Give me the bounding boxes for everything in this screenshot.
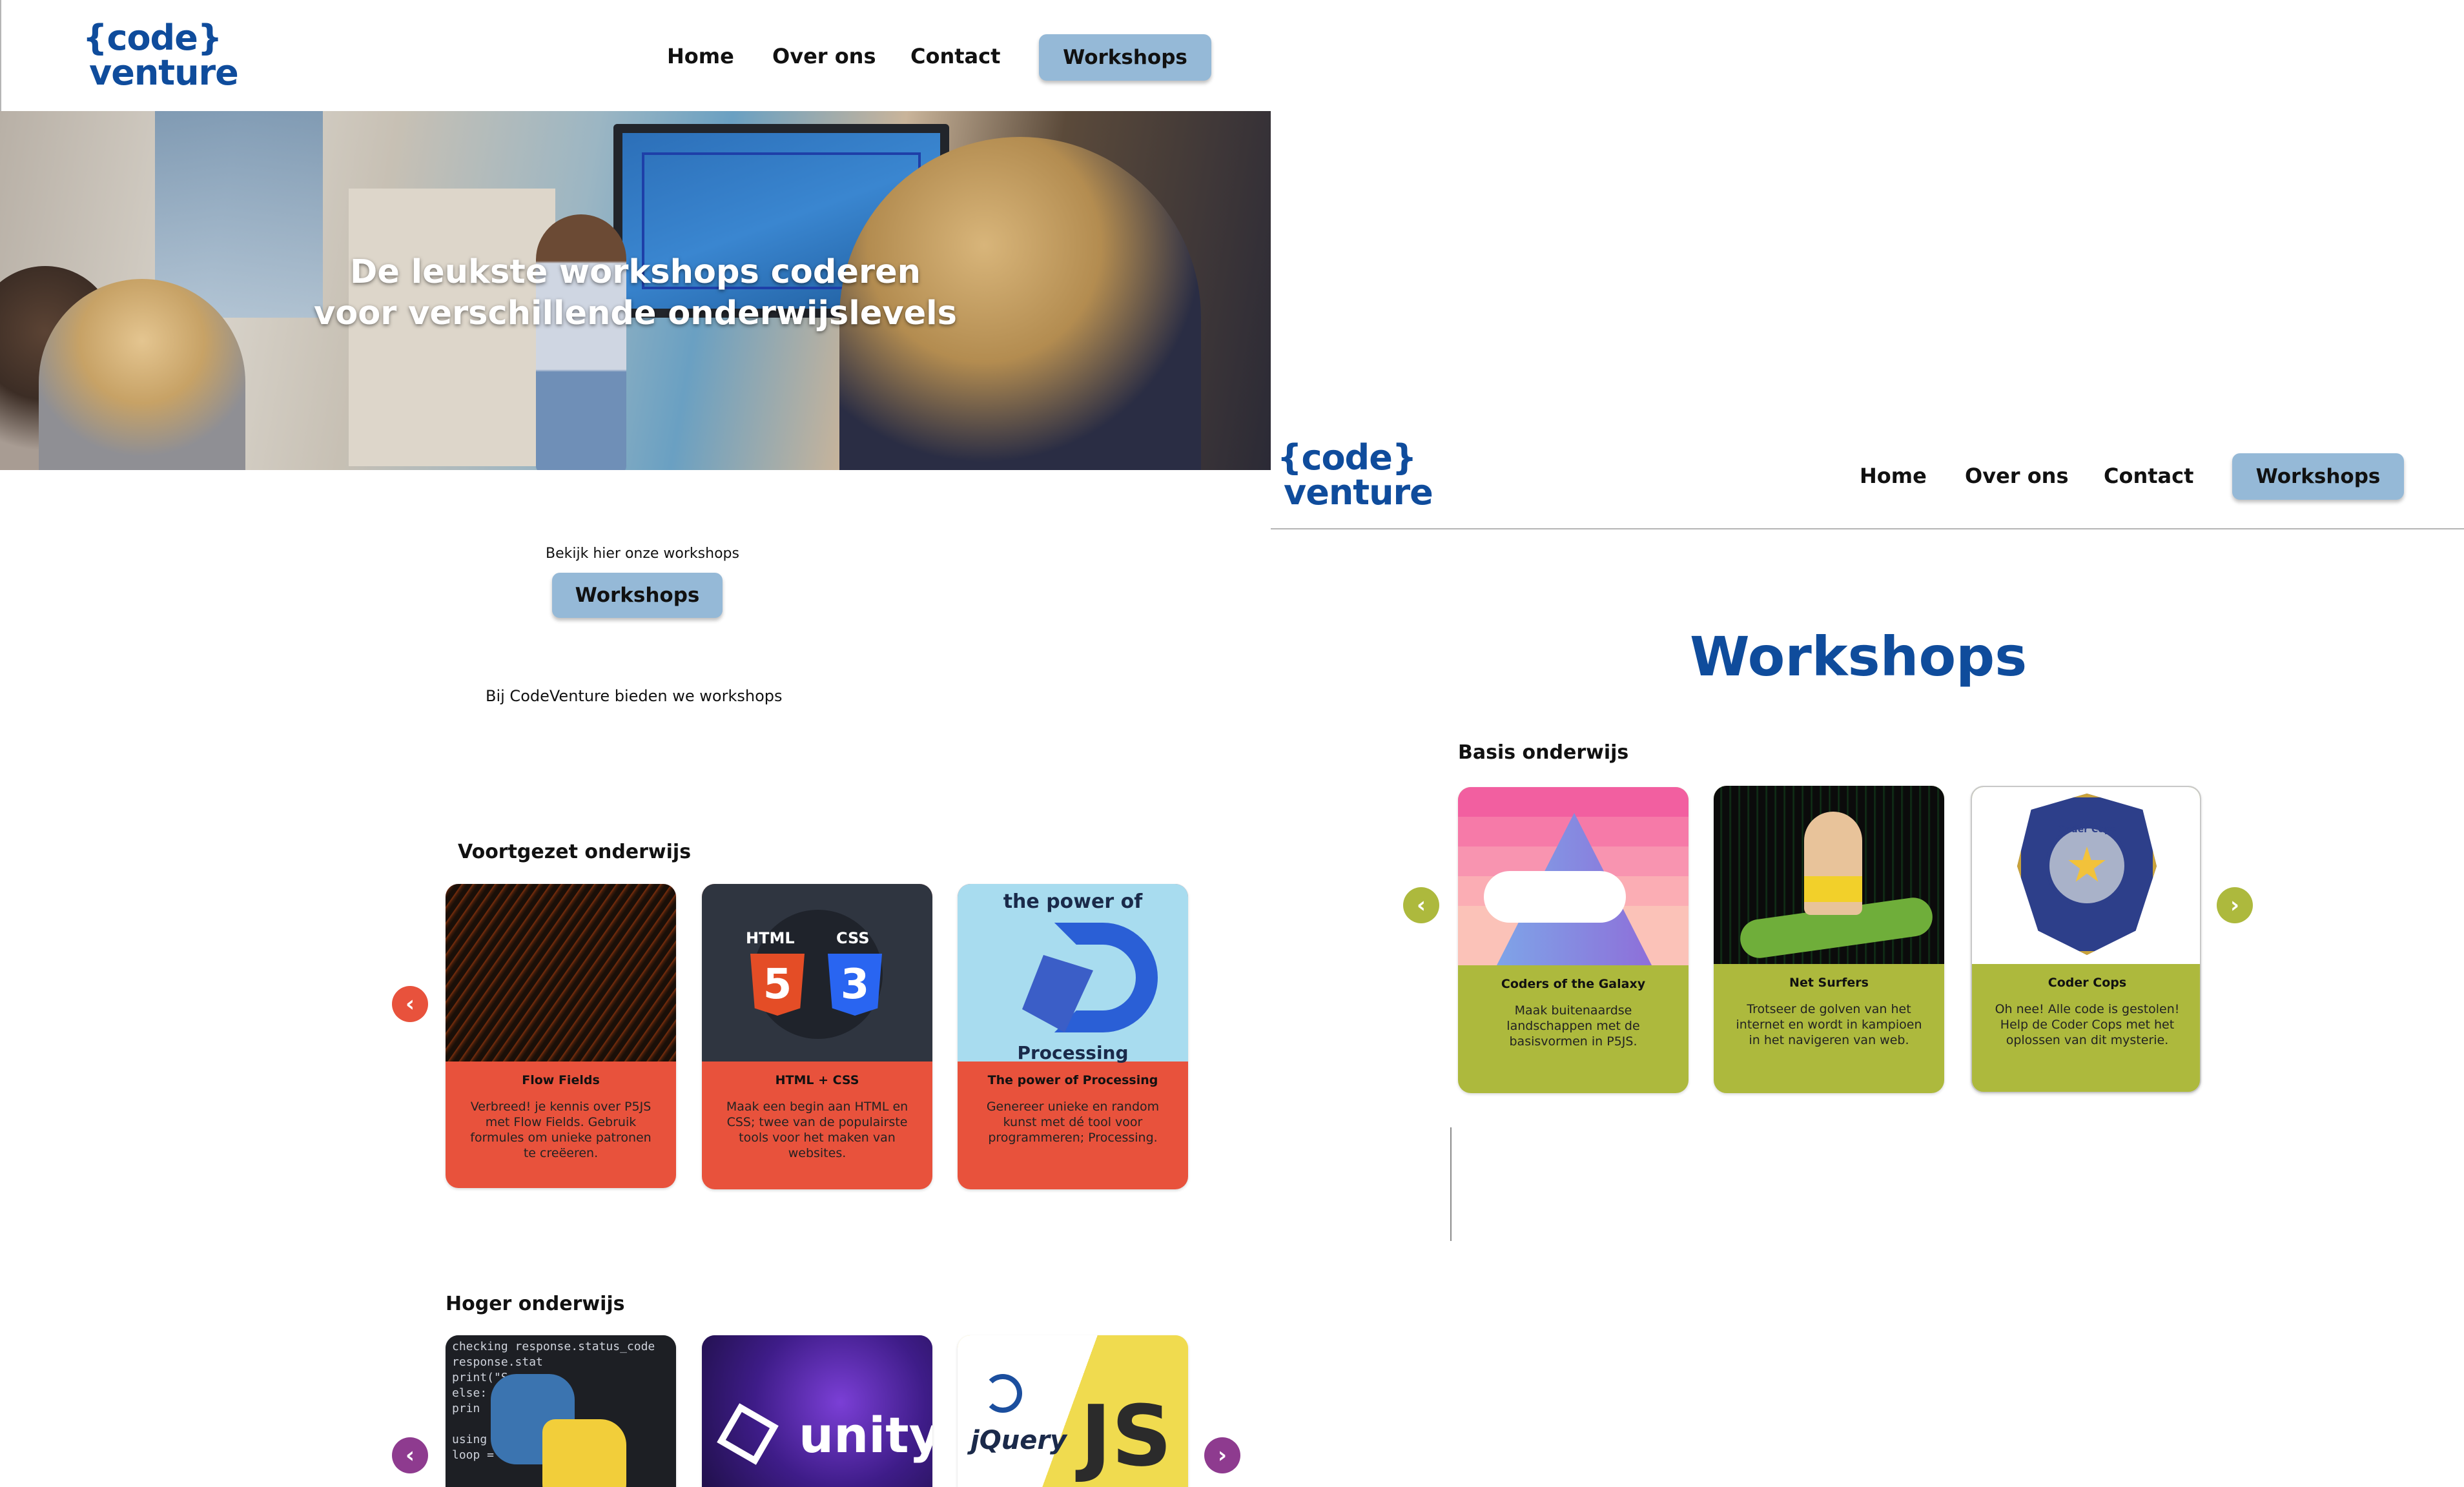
- section-title-basis: Basis onderwijs: [1458, 741, 1629, 764]
- nav-home-link[interactable]: Home: [667, 44, 734, 68]
- workshop-card-html-css[interactable]: HTML CSS 5 3 HTML + CSS Maak een begin a…: [702, 884, 932, 1189]
- text-cursor-line: [1450, 1127, 1452, 1241]
- card-body: Flow Fields Verbreed! je kennis over P5J…: [446, 1061, 676, 1188]
- card-title: Net Surfers: [1789, 976, 1869, 990]
- card-image: [1458, 787, 1689, 965]
- logo-line-2: venture: [1284, 472, 1433, 513]
- card-description: Verbreed! je kennis over P5JS met Flow F…: [470, 1100, 652, 1160]
- logo[interactable]: {code} venture: [83, 17, 239, 93]
- hero-image: De leukste workshops coderen voor versch…: [0, 111, 1271, 470]
- header-divider: [1271, 528, 2464, 529]
- logo-line-2: venture: [89, 52, 239, 93]
- workshop-card-net-surfers[interactable]: Net Surfers Trotseer de golven van het i…: [1714, 786, 1944, 1093]
- card-image: Coder Cops: [1972, 787, 2200, 964]
- workshop-card-python[interactable]: checking response.status_code response.s…: [446, 1335, 676, 1487]
- nav-workshops-button[interactable]: Workshops: [2232, 453, 2404, 500]
- card-body: Coders of the Galaxy Maak buitenaardse l…: [1458, 965, 1689, 1093]
- homepage-frame: {code} venture Home Over ons Contact Wor…: [0, 0, 1271, 1487]
- unity-wordmark: unity: [799, 1406, 932, 1464]
- python-logo-icon: [542, 1419, 626, 1487]
- card-image-caption: Processing: [1017, 1042, 1129, 1063]
- card-body: HTML + CSS Maak een begin aan HTML en CS…: [702, 1061, 932, 1189]
- workshop-card-unity[interactable]: unity: [702, 1335, 932, 1487]
- card-description: Maak buitenaardse landschappen met de ba…: [1506, 1003, 1640, 1049]
- card-image: the power of Processing: [958, 884, 1188, 1063]
- workshops-caption: Bekijk hier onze workshops: [546, 546, 739, 562]
- section-title-voortgezet: Voortgezet onderwijs: [458, 841, 692, 863]
- surfer-shorts: [1804, 876, 1862, 902]
- card-title: Flow Fields: [522, 1073, 600, 1087]
- logo[interactable]: {code} venture: [1277, 440, 1433, 510]
- html-label: HTML: [746, 929, 795, 947]
- card-description: Maak een begin aan HTML en CSS; twee van…: [726, 1100, 909, 1160]
- intro-lead-text: Bij CodeVenture bieden we workshops: [486, 687, 783, 705]
- card-image: jQuery JS: [958, 1335, 1188, 1487]
- logo-line-1: {code}: [83, 17, 222, 58]
- nav-about-link[interactable]: Over ons: [1965, 464, 2069, 488]
- card-title: HTML + CSS: [775, 1073, 859, 1087]
- card-description: Genereer unieke en random kunst met dé t…: [986, 1100, 1160, 1145]
- card-image: unity: [702, 1335, 932, 1487]
- card-title: The power of Processing: [987, 1073, 1158, 1087]
- card-image: checking response.status_code response.s…: [446, 1335, 676, 1487]
- workshop-card-coders-galaxy[interactable]: Coders of the Galaxy Maak buitenaardse l…: [1458, 787, 1689, 1093]
- card-description: Trotseer de golven van het internet en w…: [1736, 1002, 1922, 1047]
- card-body: Net Surfers Trotseer de golven van het i…: [1714, 964, 1944, 1093]
- nav-about-link[interactable]: Over ons: [772, 44, 876, 68]
- carousel-next-arrow-icon[interactable]: ›: [1204, 1437, 1240, 1473]
- cloud-icon: [1484, 871, 1626, 923]
- unity-logo-icon: [717, 1403, 779, 1465]
- hero-title: De leukste workshops coderen voor versch…: [0, 252, 1271, 334]
- card-body: Coder Cops Oh nee! Alle code is gestolen…: [1972, 964, 2200, 1092]
- nav-contact-link[interactable]: Contact: [910, 44, 1000, 68]
- carousel-prev-arrow-icon[interactable]: ‹: [392, 986, 428, 1022]
- card-description: Oh nee! Alle code is gestolen! Help de C…: [1995, 1002, 2180, 1047]
- logo-line-1: {code}: [1277, 437, 1417, 478]
- section-title-hoger: Hoger onderwijs: [446, 1293, 625, 1315]
- workshop-card-coder-cops[interactable]: Coder Cops Coder Cops Oh nee! Alle code …: [1971, 786, 2201, 1093]
- hero-title-line-1: De leukste workshops coderen: [349, 253, 921, 291]
- frame-edge: [0, 0, 1, 111]
- html5-shield-icon: 5: [750, 954, 805, 1016]
- page-title: Workshops: [1690, 625, 2028, 688]
- jquery-logo-icon: [983, 1374, 1022, 1413]
- workshop-card-jquery-js[interactable]: jQuery JS: [958, 1335, 1188, 1487]
- hero-title-line-2: voor verschillende onderwijslevels: [313, 294, 958, 333]
- js-wordmark: JS: [1080, 1387, 1172, 1485]
- nav-contact-link[interactable]: Contact: [2104, 464, 2193, 488]
- card-image: [446, 884, 676, 1061]
- jquery-wordmark: jQuery: [970, 1426, 1067, 1455]
- carousel-prev-arrow-icon[interactable]: ‹: [1403, 887, 1439, 923]
- card-image: [1714, 786, 1944, 964]
- nav-workshops-button[interactable]: Workshops: [1039, 34, 1211, 81]
- card-image: HTML CSS 5 3: [702, 884, 932, 1061]
- card-image-caption: the power of: [1003, 890, 1143, 913]
- css3-shield-icon: 3: [828, 954, 882, 1016]
- workshops-page-frame: {code} venture Home Over ons Contact Wor…: [1271, 418, 2464, 1487]
- card-body: The power of Processing Genereer unieke …: [958, 1061, 1188, 1189]
- workshop-card-processing[interactable]: the power of Processing The power of Pro…: [958, 884, 1188, 1189]
- card-title: Coder Cops: [2048, 976, 2127, 990]
- top-navbar: {code} venture Home Over ons Contact Wor…: [0, 0, 1271, 111]
- carousel-prev-arrow-icon[interactable]: ‹: [392, 1437, 428, 1473]
- card-title: Coders of the Galaxy: [1501, 977, 1646, 991]
- badge-text: Coder Cops: [2058, 825, 2117, 835]
- workshop-card-flow-fields[interactable]: Flow Fields Verbreed! je kennis over P5J…: [446, 884, 676, 1188]
- nav-home-link[interactable]: Home: [1860, 464, 1927, 488]
- carousel-next-arrow-icon[interactable]: ›: [2217, 887, 2253, 923]
- css-label: CSS: [836, 929, 870, 947]
- intro-workshops-button[interactable]: Workshops: [552, 573, 723, 618]
